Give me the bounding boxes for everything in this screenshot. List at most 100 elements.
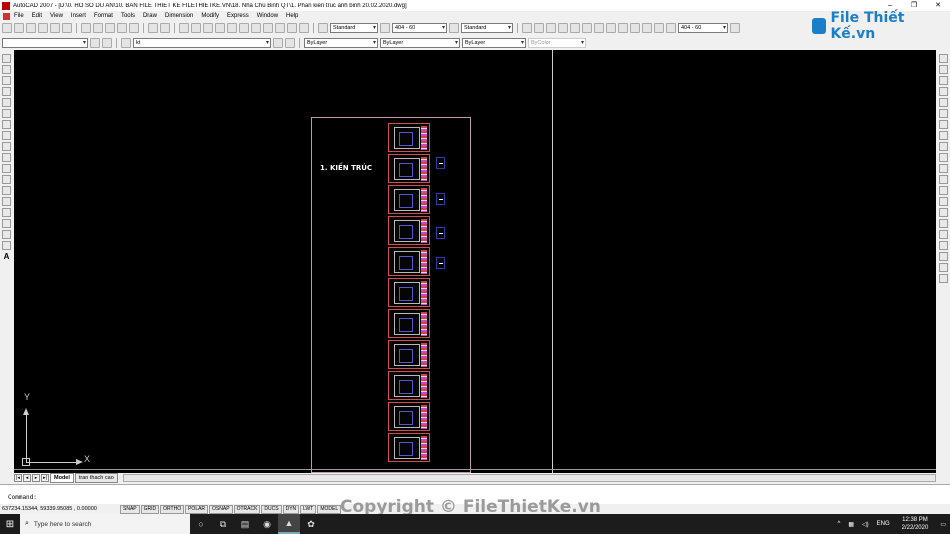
hatch-icon[interactable]	[2, 208, 11, 217]
save-icon[interactable]	[26, 23, 36, 33]
line-icon[interactable]	[2, 54, 11, 63]
publish-icon[interactable]	[62, 23, 72, 33]
menu-draw[interactable]: Draw	[139, 11, 161, 21]
design-center-icon[interactable]	[239, 23, 249, 33]
tab-tran-thach-cao[interactable]: tran thach cao	[74, 473, 118, 483]
multiline-text-icon[interactable]: A	[4, 252, 10, 261]
block-editor-icon[interactable]	[129, 23, 139, 33]
match-properties-icon[interactable]	[117, 23, 127, 33]
circle-icon[interactable]	[2, 120, 11, 129]
command-prompt[interactable]: Command:	[8, 494, 37, 501]
break-icon[interactable]	[939, 186, 948, 195]
chamfer-icon[interactable]	[939, 208, 948, 217]
volume-icon[interactable]: ◁)	[862, 521, 869, 528]
sheet-thumbnail[interactable]	[388, 371, 430, 400]
spline-icon[interactable]	[2, 142, 11, 151]
point-icon[interactable]	[2, 197, 11, 206]
layer-select[interactable]: kt	[133, 38, 271, 48]
lineweight-select[interactable]: ByLayer	[462, 38, 526, 48]
ordinate-dim-icon[interactable]	[558, 23, 568, 33]
draworder-icon[interactable]	[939, 241, 948, 250]
open-icon[interactable]	[14, 23, 24, 33]
copy-object-icon[interactable]	[939, 65, 948, 74]
make-block-icon[interactable]	[2, 186, 11, 195]
quick-dim-icon[interactable]	[618, 23, 628, 33]
fillet-icon[interactable]	[939, 219, 948, 228]
ellipse-arc-icon[interactable]	[2, 164, 11, 173]
dim-style-control-select[interactable]: 404 - 60	[678, 23, 728, 33]
revision-cloud-icon[interactable]	[2, 131, 11, 140]
snap-toggle[interactable]: SNAP	[120, 504, 140, 514]
plot-icon[interactable]	[38, 23, 48, 33]
sheet-thumbnail[interactable]	[388, 433, 430, 462]
erase-icon[interactable]	[939, 54, 948, 63]
zoom-realtime-icon[interactable]	[191, 23, 201, 33]
text-style-icon[interactable]	[318, 23, 328, 33]
sheet-thumbnail[interactable]	[388, 340, 430, 369]
draworder-back-icon[interactable]	[939, 252, 948, 261]
polygon-icon[interactable]	[2, 87, 11, 96]
join-icon[interactable]	[939, 197, 948, 206]
markup-icon[interactable]	[275, 23, 285, 33]
otrack-toggle[interactable]: OTRACK	[233, 504, 261, 514]
menu-modify[interactable]: Modify	[197, 11, 223, 21]
ortho-toggle[interactable]: ORTHO	[160, 504, 185, 514]
menu-tools[interactable]: Tools	[117, 11, 139, 21]
menu-format[interactable]: Format	[90, 11, 117, 21]
paste-icon[interactable]	[105, 23, 115, 33]
layer-previous-icon[interactable]	[285, 38, 295, 48]
cut-icon[interactable]	[81, 23, 91, 33]
model-toggle[interactable]: MODEL	[317, 504, 342, 514]
sheet-thumbnail[interactable]	[388, 278, 430, 307]
draworder-front-icon[interactable]	[939, 263, 948, 272]
sheet-thumbnail[interactable]	[388, 309, 430, 338]
arc-length-icon[interactable]	[546, 23, 556, 33]
dim-update-icon[interactable]	[730, 23, 740, 33]
tool-palettes-icon[interactable]	[251, 23, 261, 33]
windows-start-icon[interactable]: ⊞	[0, 514, 20, 534]
lwt-toggle[interactable]: LWT	[300, 504, 317, 514]
color-select[interactable]: ByLayer	[304, 38, 378, 48]
properties-icon[interactable]	[227, 23, 237, 33]
dim-style-icon[interactable]	[380, 23, 390, 33]
annotation-marker[interactable]	[436, 227, 445, 239]
grid-toggle[interactable]: GRID	[140, 504, 160, 514]
diameter-dim-icon[interactable]	[594, 23, 604, 33]
workspace-save-icon[interactable]	[102, 38, 112, 48]
sheet-thumbnail[interactable]	[388, 185, 430, 214]
offset-icon[interactable]	[939, 87, 948, 96]
tab-prev-button[interactable]: ◂	[23, 474, 31, 482]
tab-first-button[interactable]: |◂	[14, 474, 22, 482]
insert-block-icon[interactable]	[2, 175, 11, 184]
tab-model[interactable]: Model	[50, 473, 74, 483]
network-icon[interactable]: ▦	[848, 521, 854, 528]
section-label[interactable]: 1. KIẾN TRÚC	[320, 164, 372, 172]
annotation-marker[interactable]	[436, 257, 445, 269]
linetype-select[interactable]: ByLayer	[380, 38, 460, 48]
tolerance-icon[interactable]	[654, 23, 664, 33]
continue-dim-icon[interactable]	[642, 23, 652, 33]
radius-dim-icon[interactable]	[570, 23, 580, 33]
sheet-thumbnail[interactable]	[388, 402, 430, 431]
notifications-icon[interactable]: ▭	[940, 521, 946, 528]
tab-last-button[interactable]: ▸|	[41, 474, 49, 482]
rotate-icon[interactable]	[939, 120, 948, 129]
sheet-thumbnail[interactable]	[388, 247, 430, 276]
mirror-icon[interactable]	[939, 76, 948, 85]
drawing-canvas[interactable]: 1. KIẾN TRÚC Y X	[14, 50, 936, 473]
ducs-toggle[interactable]: DUCS	[261, 504, 282, 514]
menu-edit[interactable]: Edit	[28, 11, 46, 21]
sheet-thumbnail[interactable]	[388, 154, 430, 183]
menu-express[interactable]: Express	[223, 11, 253, 21]
break-at-point-icon[interactable]	[939, 175, 948, 184]
dim-style-select[interactable]: 404 - 60	[392, 23, 447, 33]
menu-window[interactable]: Window	[253, 11, 282, 21]
horizontal-scrollbar[interactable]	[122, 474, 936, 482]
table-style-select[interactable]: Standard	[461, 23, 513, 33]
extend-icon[interactable]	[939, 164, 948, 173]
polyline-icon[interactable]	[2, 76, 11, 85]
tray-chevron-icon[interactable]: ^	[837, 521, 840, 527]
workspace-settings-icon[interactable]	[90, 38, 100, 48]
trim-icon[interactable]	[939, 153, 948, 162]
file-explorer-icon[interactable]: ▤	[234, 514, 256, 534]
